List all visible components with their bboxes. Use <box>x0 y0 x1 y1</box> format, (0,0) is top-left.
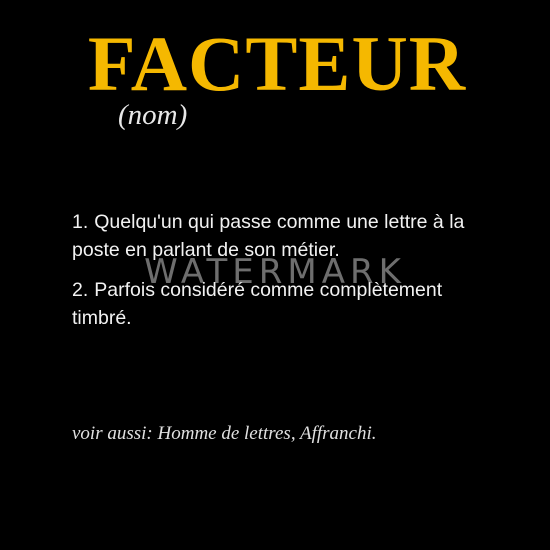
headword: FACTEUR <box>87 20 467 107</box>
definition-list: 1. Quelqu'un qui passe comme une lettre à… <box>72 208 492 344</box>
definition-number: 2. <box>72 279 89 301</box>
definition-text: Quelqu'un qui passe comme une lettre à l… <box>72 211 465 261</box>
part-of-speech: (nom) <box>118 99 188 131</box>
definition-number: 1. <box>72 211 89 233</box>
see-also: voir aussi: Homme de lettres, Affranchi. <box>72 423 377 444</box>
definition-item: 1. Quelqu'un qui passe comme une lettre à… <box>72 208 492 264</box>
definition-text: Parfois considéré comme complètement tim… <box>72 279 443 329</box>
definition-design: FACTEUR (nom) 1. Quelqu'un qui passe comm… <box>0 0 550 550</box>
definition-item: 2. Parfois considéré comme complètement t… <box>72 276 492 332</box>
